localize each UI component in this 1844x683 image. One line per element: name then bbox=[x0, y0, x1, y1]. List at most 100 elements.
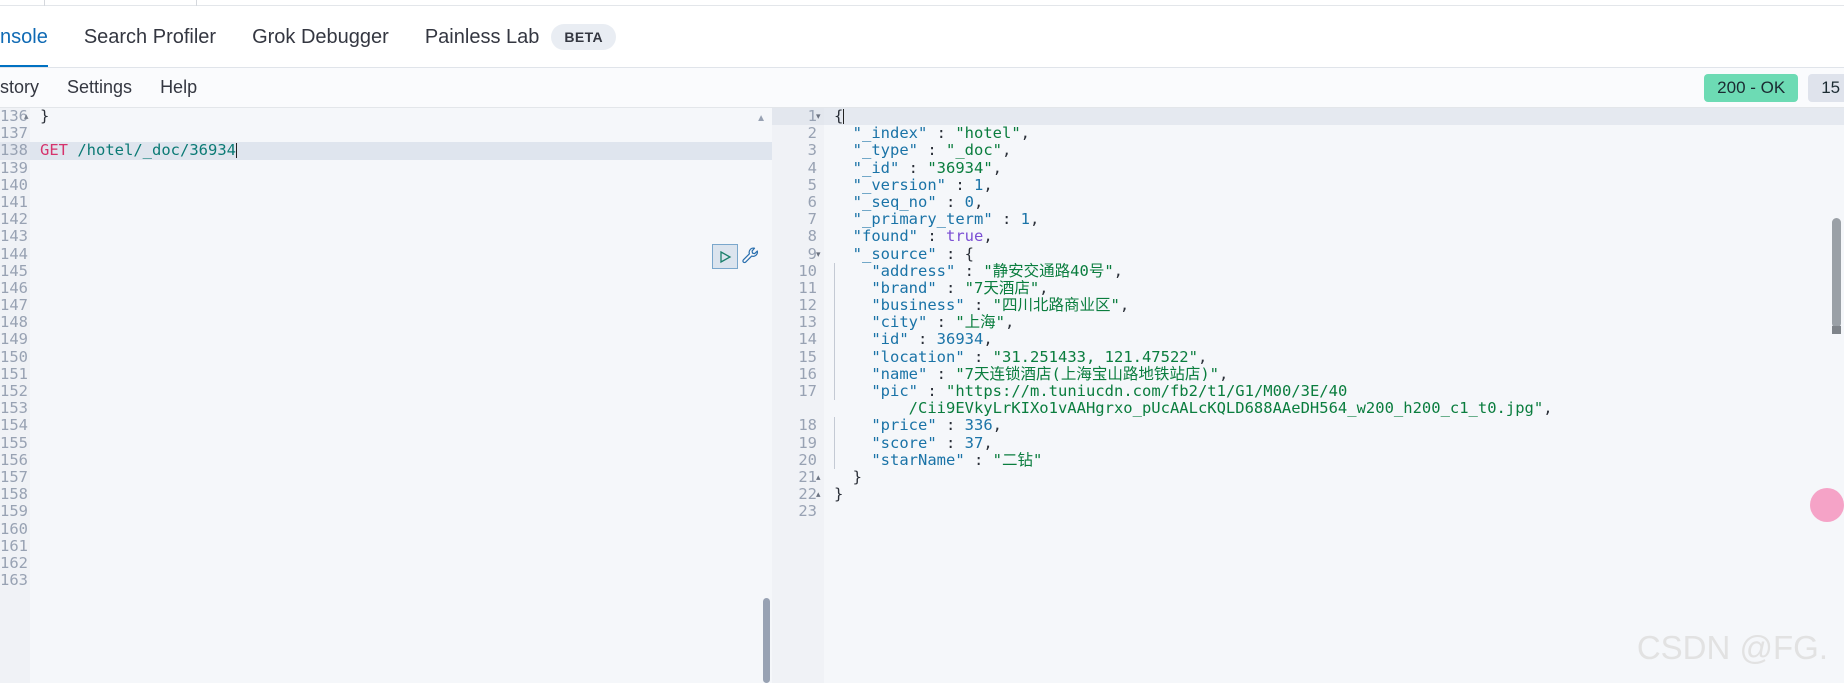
code-line-text: } bbox=[824, 468, 862, 486]
response-line[interactable]: 3 "_type" : "_doc", bbox=[772, 142, 1844, 159]
editor-line[interactable]: 153 bbox=[0, 399, 772, 417]
editor-line-number: 161 bbox=[0, 536, 28, 555]
response-line-number: 5 bbox=[807, 175, 817, 194]
code-fold-toggle-icon[interactable]: ▴ bbox=[816, 486, 821, 503]
editor-line[interactable]: 157 bbox=[0, 468, 772, 486]
code-fold-toggle-icon[interactable]: ▾ bbox=[816, 246, 821, 263]
menu-item-history[interactable]: story bbox=[0, 77, 53, 98]
editor-line[interactable]: 140 bbox=[0, 176, 772, 194]
response-line[interactable]: 22 ▴} bbox=[772, 485, 1844, 503]
code-line-text bbox=[30, 538, 40, 555]
editor-line[interactable]: 148 bbox=[0, 314, 772, 331]
response-line[interactable]: 9 ▾ "_source" : { bbox=[772, 245, 1844, 263]
code-token: : bbox=[936, 433, 965, 452]
editor-line[interactable]: 145 bbox=[0, 262, 772, 280]
editor-line[interactable]: 146 bbox=[0, 279, 772, 297]
response-line-number: 2 bbox=[807, 124, 817, 143]
code-line-text bbox=[30, 263, 40, 280]
editor-lines[interactable]: 136 ▴} 137 138 GET /hotel/_doc/36934 139 140 14… bbox=[0, 108, 772, 589]
editor-line[interactable]: 156 bbox=[0, 451, 772, 469]
response-line[interactable]: 14 "id" : 36934, bbox=[772, 330, 1844, 349]
response-line[interactable]: 17 "pic" : "https://m.tuniucdn.com/fb2/t… bbox=[772, 382, 1844, 401]
open-documentation-button[interactable] bbox=[740, 245, 762, 267]
code-line-text: "_source" : { bbox=[824, 245, 974, 263]
code-line-text: "location" : "31.251433, 121.47522", bbox=[824, 348, 1207, 366]
code-fold-toggle-icon[interactable]: ▾ bbox=[816, 108, 821, 125]
editor-line[interactable]: 136 ▴} bbox=[0, 108, 772, 125]
editor-line[interactable]: 151 bbox=[0, 365, 772, 383]
code-fold-toggle-icon[interactable]: ▴ bbox=[816, 469, 821, 486]
response-line[interactable]: 7 "_primary_term" : 1, bbox=[772, 210, 1844, 229]
editor-line[interactable]: 137 bbox=[0, 124, 772, 142]
editor-line-number: 152 bbox=[0, 382, 28, 400]
code-token: "https://m.tuniucdn.com/fb2/t1/G1/M00/3E… bbox=[946, 382, 1348, 400]
response-line[interactable]: 23 bbox=[772, 503, 1844, 520]
editor-line[interactable]: 163 bbox=[0, 571, 772, 589]
editor-line[interactable]: 147 bbox=[0, 296, 772, 314]
code-line-text: "business" : "四川北路商业区", bbox=[824, 296, 1129, 315]
editor-line[interactable]: 143 bbox=[0, 228, 772, 245]
code-fold-toggle-icon[interactable]: ▴ bbox=[24, 108, 29, 125]
response-line[interactable]: 2 "_index" : "hotel", bbox=[772, 124, 1844, 143]
response-scrollbar-thumb[interactable] bbox=[1832, 218, 1841, 328]
response-line[interactable]: 10 "address" : "静安交通路40号", bbox=[772, 261, 1844, 280]
code-token: "found" bbox=[852, 227, 918, 246]
response-line[interactable]: 11 "brand" : "7天酒店", bbox=[772, 279, 1844, 298]
code-line-text: "id" : 36934, bbox=[824, 330, 993, 349]
response-line[interactable]: 1 ▾{ bbox=[772, 108, 1844, 126]
floating-action-dot[interactable] bbox=[1810, 488, 1844, 522]
response-line[interactable]: 18 "price" : 336, bbox=[772, 417, 1844, 435]
editor-line[interactable]: 161 bbox=[0, 536, 772, 555]
response-line[interactable]: 13 "city" : "上海", bbox=[772, 314, 1844, 332]
editor-line[interactable]: 155 bbox=[0, 434, 772, 452]
response-line[interactable]: 4 "_id" : "36934", bbox=[772, 159, 1844, 177]
send-request-button[interactable] bbox=[712, 244, 738, 269]
editor-line[interactable]: 154 bbox=[0, 417, 772, 434]
editor-line[interactable]: 139 bbox=[0, 159, 772, 177]
text-caret bbox=[235, 143, 237, 159]
editor-line[interactable]: 142 bbox=[0, 210, 772, 228]
response-lines[interactable]: 1 ▾{2 "_index" : "hotel", 3 "_type" : "_do… bbox=[772, 108, 1844, 521]
tab-painless-lab[interactable]: Painless Lab BETA bbox=[407, 6, 634, 68]
response-line[interactable]: 8 "found" : true, bbox=[772, 228, 1844, 245]
code-line-text bbox=[30, 211, 40, 228]
editor-line[interactable]: 160 bbox=[0, 520, 772, 538]
tab-grok-debugger[interactable]: Grok Debugger bbox=[234, 6, 407, 68]
request-editor-pane[interactable]: 136 ▴} 137 138 GET /hotel/_doc/36934 139 140 14… bbox=[0, 108, 772, 683]
tab-search-profiler[interactable]: Search Profiler bbox=[66, 6, 234, 68]
response-line[interactable]: 5 "_version" : 1, bbox=[772, 175, 1844, 194]
tab-console[interactable]: nsole bbox=[0, 6, 66, 68]
editor-line[interactable]: 149 bbox=[0, 331, 772, 348]
response-output-pane[interactable]: 1 ▾{2 "_index" : "hotel", 3 "_type" : "_do… bbox=[772, 108, 1844, 683]
editor-scrollbar[interactable] bbox=[763, 598, 770, 683]
editor-line[interactable]: 141 bbox=[0, 193, 772, 211]
editor-line[interactable]: 144 bbox=[0, 245, 772, 263]
response-line[interactable]: 6 "_seq_no" : 0, bbox=[772, 193, 1844, 211]
response-line[interactable]: 20 "starName" : "二钻" bbox=[772, 451, 1844, 469]
menu-item-settings[interactable]: Settings bbox=[53, 77, 146, 98]
response-line[interactable]: /Cii9EVkyLrKIXo1vAAHgrxo_pUcAALcKQLD688A… bbox=[772, 400, 1844, 417]
editor-line[interactable]: 159 bbox=[0, 503, 772, 520]
response-line[interactable]: 15 "location" : "31.251433, 121.47522", bbox=[772, 348, 1844, 366]
editor-line[interactable]: 162 bbox=[0, 554, 772, 572]
editor-scroll-up-icon[interactable]: ▲ bbox=[756, 113, 766, 124]
watermark: CSDN @FG. bbox=[1636, 629, 1828, 666]
response-line-number: 10 bbox=[798, 261, 817, 280]
response-scroll-down-button[interactable] bbox=[1832, 326, 1841, 334]
menu-item-help[interactable]: Help bbox=[146, 77, 211, 98]
editor-line[interactable]: 138 GET /hotel/_doc/36934 bbox=[0, 142, 772, 160]
editor-line[interactable]: 152 bbox=[0, 382, 772, 400]
code-token: "_primary_term" bbox=[852, 210, 993, 229]
response-line[interactable]: 12 "business" : "四川北路商业区", bbox=[772, 296, 1844, 315]
response-line[interactable]: 16 "name" : "7天连锁酒店(上海宝山路地铁站店)", bbox=[772, 365, 1844, 383]
editor-line[interactable]: 150 bbox=[0, 348, 772, 366]
editor-line[interactable]: 158 bbox=[0, 485, 772, 503]
response-line[interactable]: 21 ▴ } bbox=[772, 468, 1844, 486]
response-line[interactable]: 19 "score" : 37, bbox=[772, 433, 1844, 452]
code-line-text bbox=[30, 521, 40, 538]
code-line-text bbox=[824, 503, 834, 520]
